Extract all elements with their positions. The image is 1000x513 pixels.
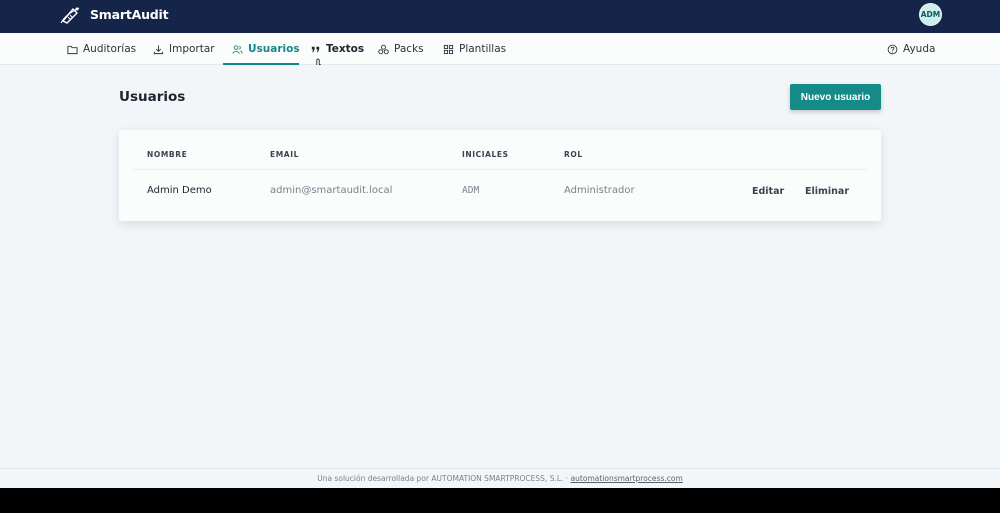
- nav-item-importar[interactable]: Importar: [153, 33, 215, 65]
- download-icon: [153, 44, 164, 54]
- user-avatar[interactable]: ADM: [919, 3, 942, 26]
- nav-label: Usuarios: [248, 43, 300, 55]
- grid-icon: [443, 44, 454, 54]
- packs-icon: [378, 44, 389, 54]
- nav-label: Ayuda: [903, 43, 936, 55]
- cell-rol: Administrador: [564, 185, 635, 196]
- nav-label: Importar: [169, 43, 215, 55]
- row-divider: [132, 169, 868, 170]
- help-circle-icon: [887, 44, 898, 54]
- nav-item-ayuda[interactable]: Ayuda: [887, 33, 935, 65]
- new-user-button[interactable]: Nuevo usuario: [790, 84, 881, 110]
- app-name: SmartAudit: [90, 7, 169, 22]
- column-header-email: EMAIL: [270, 150, 299, 159]
- nav-item-usuarios[interactable]: Usuarios: [232, 33, 300, 65]
- nav-label: Plantillas: [459, 43, 507, 55]
- nav-item-auditorias[interactable]: Auditorías: [67, 33, 136, 65]
- footer-link[interactable]: automationsmartprocess.com: [571, 474, 683, 483]
- users-icon: [232, 44, 243, 54]
- nav-label: Auditorías: [83, 43, 137, 55]
- main-content: Usuarios Nuevo usuario NOMBRE EMAIL INIC…: [0, 65, 1000, 468]
- folder-icon: [67, 45, 78, 54]
- delete-button[interactable]: Eliminar: [805, 186, 849, 197]
- top-bar: SmartAudit ADM: [0, 0, 1000, 33]
- cell-email: admin@smartaudit.local: [270, 185, 393, 196]
- column-header-iniciales: INICIALES: [462, 150, 509, 159]
- edit-button[interactable]: Editar: [752, 186, 784, 197]
- main-nav: Auditorías Importar Usuarios Textos Pack…: [0, 33, 1000, 65]
- quote-icon: [311, 46, 320, 52]
- column-header-rol: ROL: [564, 150, 583, 159]
- cell-nombre: Admin Demo: [147, 185, 212, 196]
- smartaudit-logo-icon: [60, 7, 80, 24]
- cell-iniciales: ADM: [462, 185, 480, 196]
- bottom-black-bar: [0, 488, 1000, 513]
- nav-item-plantillas[interactable]: Plantillas: [443, 33, 506, 65]
- users-table-card: NOMBRE EMAIL INICIALES ROL Admin Demo ad…: [119, 130, 881, 221]
- page-title: Usuarios: [119, 89, 186, 105]
- nav-item-packs[interactable]: Packs: [378, 33, 424, 65]
- nav-label: Packs: [394, 43, 424, 55]
- column-header-nombre: NOMBRE: [147, 150, 188, 159]
- footer-text: Una solución desarrollada por AUTOMATION…: [317, 474, 569, 483]
- nav-label: Textos: [326, 43, 365, 55]
- footer: Una solución desarrollada por AUTOMATION…: [0, 468, 1000, 488]
